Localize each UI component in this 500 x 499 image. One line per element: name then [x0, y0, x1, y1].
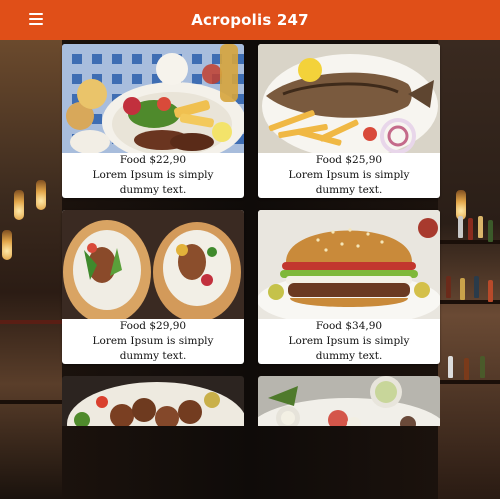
food-column-left: Food $22,90 Lorem Ipsum is simply dummy … [62, 40, 244, 426]
food-card[interactable]: Food $22,90 Lorem Ipsum is simply dummy … [62, 44, 244, 199]
food-card-caption: Food $34,90 Lorem Ipsum is simply dummy … [258, 319, 440, 364]
food-price: Food $25,90 [315, 154, 383, 167]
food-description: Lorem Ipsum is simply dummy text. [92, 335, 214, 363]
grilled-fish-fries-photo [258, 44, 440, 154]
food-description: Lorem Ipsum is simply dummy text. [288, 335, 410, 363]
food-price: Food $22,90 [119, 154, 187, 167]
food-price: Food $29,90 [119, 320, 187, 333]
food-card-partial[interactable] [258, 376, 440, 426]
burger-photo [258, 210, 440, 320]
food-column-right: Food $25,90 Lorem Ipsum is simply dummy … [258, 40, 440, 426]
food-card[interactable]: Food $29,90 Lorem Ipsum is simply dummy … [62, 210, 244, 365]
hamburger-menu-icon[interactable] [29, 13, 43, 25]
food-card-caption: Food $29,90 Lorem Ipsum is simply dummy … [62, 319, 244, 364]
steak-platter-photo [62, 44, 244, 154]
food-card[interactable]: Food $34,90 Lorem Ipsum is simply dummy … [258, 210, 440, 365]
food-price: Food $34,90 [315, 320, 383, 333]
gyros-wrap-photo [62, 210, 244, 320]
food-grid: Food $22,90 Lorem Ipsum is simply dummy … [62, 40, 440, 499]
meatballs-plate-photo [62, 376, 244, 426]
food-card[interactable]: Food $25,90 Lorem Ipsum is simply dummy … [258, 44, 440, 199]
food-description: Lorem Ipsum is simply dummy text. [92, 169, 214, 197]
food-description: Lorem Ipsum is simply dummy text. [288, 169, 410, 197]
food-card-caption: Food $25,90 Lorem Ipsum is simply dummy … [258, 153, 440, 198]
food-card-partial[interactable] [62, 376, 244, 426]
dips-platter-photo [258, 376, 440, 426]
app-title: Acropolis 247 [191, 11, 309, 29]
background-restaurant-left [0, 40, 62, 499]
app-header: Acropolis 247 [0, 0, 500, 40]
background-restaurant-right [438, 40, 500, 499]
food-card-caption: Food $22,90 Lorem Ipsum is simply dummy … [62, 153, 244, 198]
